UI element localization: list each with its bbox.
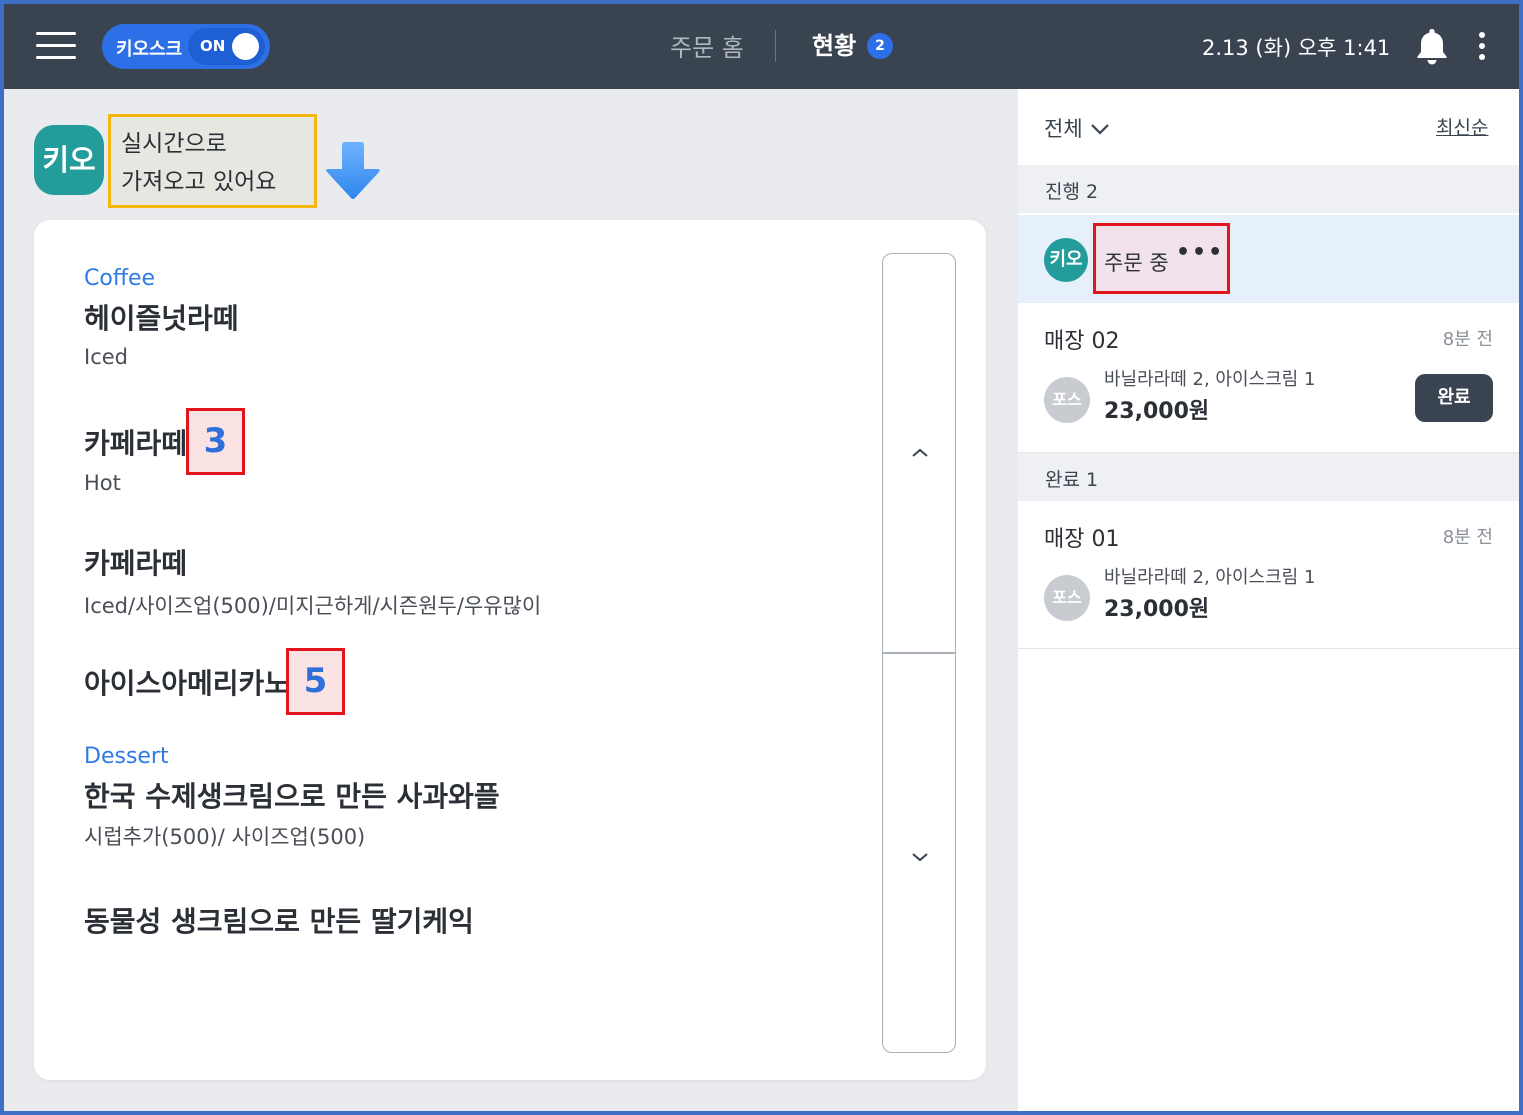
item-option: Hot	[84, 471, 121, 495]
app-window: 키오스크 ON 주문 홈 현황 2 2.13 (화) 오후 1:41 키오 실시…	[4, 4, 1519, 1111]
section-completed: 완료 1	[1018, 453, 1519, 501]
datetime: 2.13 (화) 오후 1:41	[1202, 36, 1391, 60]
item-option: 시럽추가(500)/ 사이즈업(500)	[84, 825, 366, 849]
kiosk-avatar: 키오	[34, 125, 104, 195]
kiosk-toggle[interactable]: 키오스크 ON	[102, 24, 270, 69]
nav-divider	[775, 30, 776, 62]
category-label: Dessert	[84, 744, 169, 769]
order-item: 아이스아메리카노	[84, 662, 290, 702]
item-option: Iced/사이즈업(500)/미지근하게/시즌원두/우유많이	[84, 594, 542, 618]
typing-dots-icon: •••	[1176, 240, 1225, 265]
toggle-knob	[232, 33, 259, 60]
item-name: 아이스아메리카노	[84, 667, 291, 700]
store-name: 매장 01	[1044, 527, 1120, 552]
hamburger-icon[interactable]	[36, 32, 76, 60]
chevron-down-icon	[912, 853, 928, 862]
item-option: Iced	[84, 345, 128, 369]
item-name: 카페라떼	[84, 427, 188, 460]
order-items-summary: 바닐라라떼 2, 아이스크림 1	[1104, 567, 1316, 588]
nav-order-home[interactable]: 주문 홈	[670, 28, 744, 63]
order-item: Dessert 한국 수제생크림으로 만든 사과와플 시럽추가(500)/ 사이…	[84, 744, 500, 851]
order-row[interactable]: 매장 01 8분 전 포스 바닐라라떼 2, 아이스크림 1 23,000원	[1018, 501, 1519, 649]
down-arrow-icon	[326, 142, 380, 199]
top-bar: 키오스크 ON 주문 홈 현황 2 2.13 (화) 오후 1:41	[4, 4, 1519, 89]
item-name: 한국 수제생크림으로 만든 사과와플	[84, 780, 500, 813]
order-item: 카페라떼 Iced/사이즈업(500)/미지근하게/시즌원두/우유많이	[84, 542, 541, 620]
item-quantity-highlight: 5	[286, 648, 345, 715]
order-price: 23,000원	[1104, 597, 1210, 622]
ordering-status-highlight: 주문 중 •••	[1093, 223, 1230, 294]
fetch-message-line2: 가져오고 있어요	[121, 169, 277, 195]
complete-button[interactable]: 완료	[1415, 374, 1493, 422]
order-row[interactable]: 매장 02 8분 전 포스 바닐라라떼 2, 아이스크림 1 23,000원 완…	[1018, 303, 1519, 453]
category-label: Coffee	[84, 266, 156, 291]
sort-latest-link[interactable]: 최신순	[1436, 113, 1488, 140]
order-item: 동물성 생크림으로 만든 딸기케익	[84, 900, 474, 940]
kiosk-label: 키오스크	[116, 39, 183, 60]
realtime-fetch-message: 실시간으로 가져오고 있어요	[108, 114, 317, 208]
item-name: 카페라떼	[84, 547, 188, 580]
chevron-down-icon[interactable]	[1090, 123, 1110, 135]
kiosk-state: ON	[200, 37, 226, 55]
order-list-panel: 전체 최신순 진행 2 키오 주문 중 ••• 매장 02 8분 전 포스 바닐…	[1018, 89, 1519, 1111]
order-item: Coffee 헤이즐넛라떼 Iced	[84, 266, 239, 369]
section-in-progress: 진행 2	[1018, 165, 1519, 213]
kiosk-avatar-small: 키오	[1044, 238, 1088, 282]
store-name: 매장 02	[1044, 329, 1120, 354]
fetch-message-line1: 실시간으로	[121, 131, 227, 157]
order-items-summary: 바닐라라떼 2, 아이스크림 1	[1104, 369, 1316, 390]
section-label: 진행 2	[1045, 181, 1099, 203]
item-name: 동물성 생크림으로 만든 딸기케익	[84, 905, 474, 938]
scroll-down-button[interactable]	[883, 654, 955, 1052]
order-price: 23,000원	[1104, 399, 1210, 424]
scroll-up-button[interactable]	[883, 254, 955, 652]
pos-avatar: 포스	[1044, 575, 1090, 621]
nav-status[interactable]: 현황	[812, 26, 856, 61]
status-badge: 2	[867, 33, 893, 59]
order-time: 8분 전	[1442, 329, 1493, 350]
section-label: 완료 1	[1045, 469, 1099, 491]
pos-avatar: 포스	[1044, 377, 1090, 423]
kiosk-switch[interactable]: ON	[188, 28, 265, 65]
active-order-row[interactable]: 키오 주문 중 •••	[1018, 215, 1519, 303]
more-vertical-icon[interactable]	[1472, 30, 1492, 62]
order-time: 8분 전	[1442, 527, 1493, 548]
order-item: 카페라떼 Hot	[84, 422, 187, 495]
item-quantity-highlight: 3	[186, 408, 245, 475]
item-name: 헤이즐넛라떼	[84, 302, 239, 335]
order-detail-card: Coffee 헤이즐넛라떼 Iced 카페라떼 Hot 3 카페라떼 Iced/…	[34, 220, 986, 1080]
scroll-control	[882, 253, 956, 1053]
filter-dropdown[interactable]: 전체	[1044, 113, 1083, 143]
ordering-status: 주문 중	[1104, 251, 1169, 275]
bell-icon[interactable]	[1414, 26, 1450, 66]
chevron-up-icon	[912, 448, 928, 457]
